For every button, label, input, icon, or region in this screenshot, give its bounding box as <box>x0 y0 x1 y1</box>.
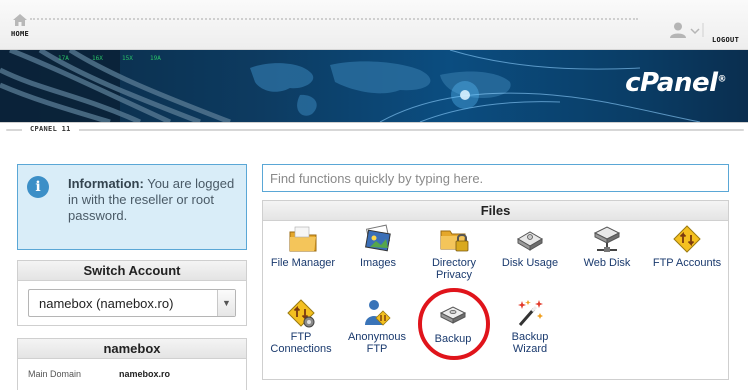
backup-wizard-line2: Wizard <box>512 343 548 355</box>
disk-usage-link[interactable]: Disk Usage <box>495 223 565 269</box>
info-title: Information: <box>68 176 144 191</box>
backup-link[interactable]: Backup <box>421 299 485 345</box>
file-manager-link[interactable]: File Manager <box>265 223 341 269</box>
images-icon <box>365 224 391 252</box>
images-label: Images <box>359 257 397 269</box>
files-title: Files <box>263 201 728 221</box>
files-panel: Files File Manager Images Directory Priv… <box>262 200 729 380</box>
anonymous-user-icon <box>365 300 391 326</box>
anonymous-ftp-line1: Anonymous <box>347 331 407 343</box>
svg-text:16X: 16X <box>92 55 103 62</box>
user-icon <box>670 22 704 38</box>
ftp-gear-icon <box>287 299 315 328</box>
file-manager-label: File Manager <box>270 257 336 269</box>
cpanel-logo: cPanel® <box>625 68 726 98</box>
account-info-panel: namebox Main Domain namebox.ro <box>17 338 247 390</box>
account-info-title: namebox <box>18 339 246 359</box>
backup-wizard-label: Backup Wizard <box>495 331 565 355</box>
directory-privacy-link[interactable]: Directory Privacy <box>417 223 491 281</box>
directory-privacy-line2: Privacy <box>435 269 473 281</box>
anonymous-ftp-label: Anonymous FTP <box>341 331 413 355</box>
locked-folder-icon <box>440 230 469 252</box>
home-button[interactable]: HOME <box>8 14 32 38</box>
function-search-input[interactable] <box>262 164 729 192</box>
home-label: HOME <box>10 30 30 38</box>
wand-icon <box>518 300 543 326</box>
strip-divider <box>6 129 744 131</box>
chevron-down-icon <box>690 28 700 35</box>
chevron-down-icon: ▼ <box>222 298 231 308</box>
web-disk-link[interactable]: Web Disk <box>571 223 643 269</box>
backup-wizard-link[interactable]: Backup Wizard <box>495 297 565 355</box>
backup-disk-icon <box>439 306 467 324</box>
top-bar-dots <box>30 18 638 20</box>
logout-link[interactable]: LOGOUT <box>712 36 739 44</box>
user-menu[interactable] <box>668 22 708 38</box>
account-select[interactable]: namebox (namebox.ro) ▼ <box>28 289 236 317</box>
switch-account-title: Switch Account <box>18 261 246 281</box>
ftp-icon <box>673 225 701 253</box>
switch-account-panel: Switch Account namebox (namebox.ro) ▼ <box>17 260 247 326</box>
disk-icon <box>517 231 543 251</box>
account-select-value: namebox (namebox.ro) <box>39 296 174 311</box>
information-box: i Information: You are logged in with th… <box>17 164 247 250</box>
registered-mark: ® <box>717 74 727 85</box>
info-icon-column: i <box>18 165 58 249</box>
cpanel-logo-text: cPanel <box>625 68 718 98</box>
folder-icon <box>289 226 317 252</box>
ftp-connections-link[interactable]: FTP Connections <box>265 297 337 355</box>
ftp-connections-line2: Connections <box>270 343 332 355</box>
ftp-connections-label: FTP Connections <box>265 331 337 355</box>
images-link[interactable]: Images <box>345 223 411 269</box>
directory-privacy-label: Directory Privacy <box>417 257 491 281</box>
svg-text:15X: 15X <box>122 55 133 62</box>
account-select-toggle[interactable]: ▼ <box>217 290 235 316</box>
web-disk-label: Web Disk <box>583 257 631 269</box>
info-icon: i <box>27 176 49 198</box>
backup-label: Backup <box>434 333 472 345</box>
top-bar: HOME LOGOUT <box>0 0 748 50</box>
ftp-accounts-label: FTP Accounts <box>652 257 722 269</box>
disk-usage-label: Disk Usage <box>501 257 559 269</box>
version-strip: CPANEL 11 <box>0 122 748 146</box>
svg-text:19A: 19A <box>150 55 161 62</box>
home-icon <box>13 14 27 26</box>
version-label: CPANEL 11 <box>22 125 79 133</box>
main-domain-value: namebox.ro <box>119 369 171 379</box>
ftp-connections-line1: FTP <box>290 331 312 343</box>
header-banner: 17A 16X 15X 19A cPanel® <box>0 50 748 122</box>
anonymous-ftp-line2: FTP <box>366 343 388 355</box>
network-disk-icon <box>593 226 621 252</box>
anonymous-ftp-link[interactable]: Anonymous FTP <box>341 297 413 355</box>
info-message: Information: You are logged in with the … <box>68 176 242 224</box>
directory-privacy-line1: Directory <box>431 257 476 269</box>
backup-wizard-line1: Backup <box>511 331 549 343</box>
main-domain-label: Main Domain <box>28 369 82 379</box>
ftp-accounts-link[interactable]: FTP Accounts <box>647 223 727 269</box>
svg-text:17A: 17A <box>58 55 69 62</box>
